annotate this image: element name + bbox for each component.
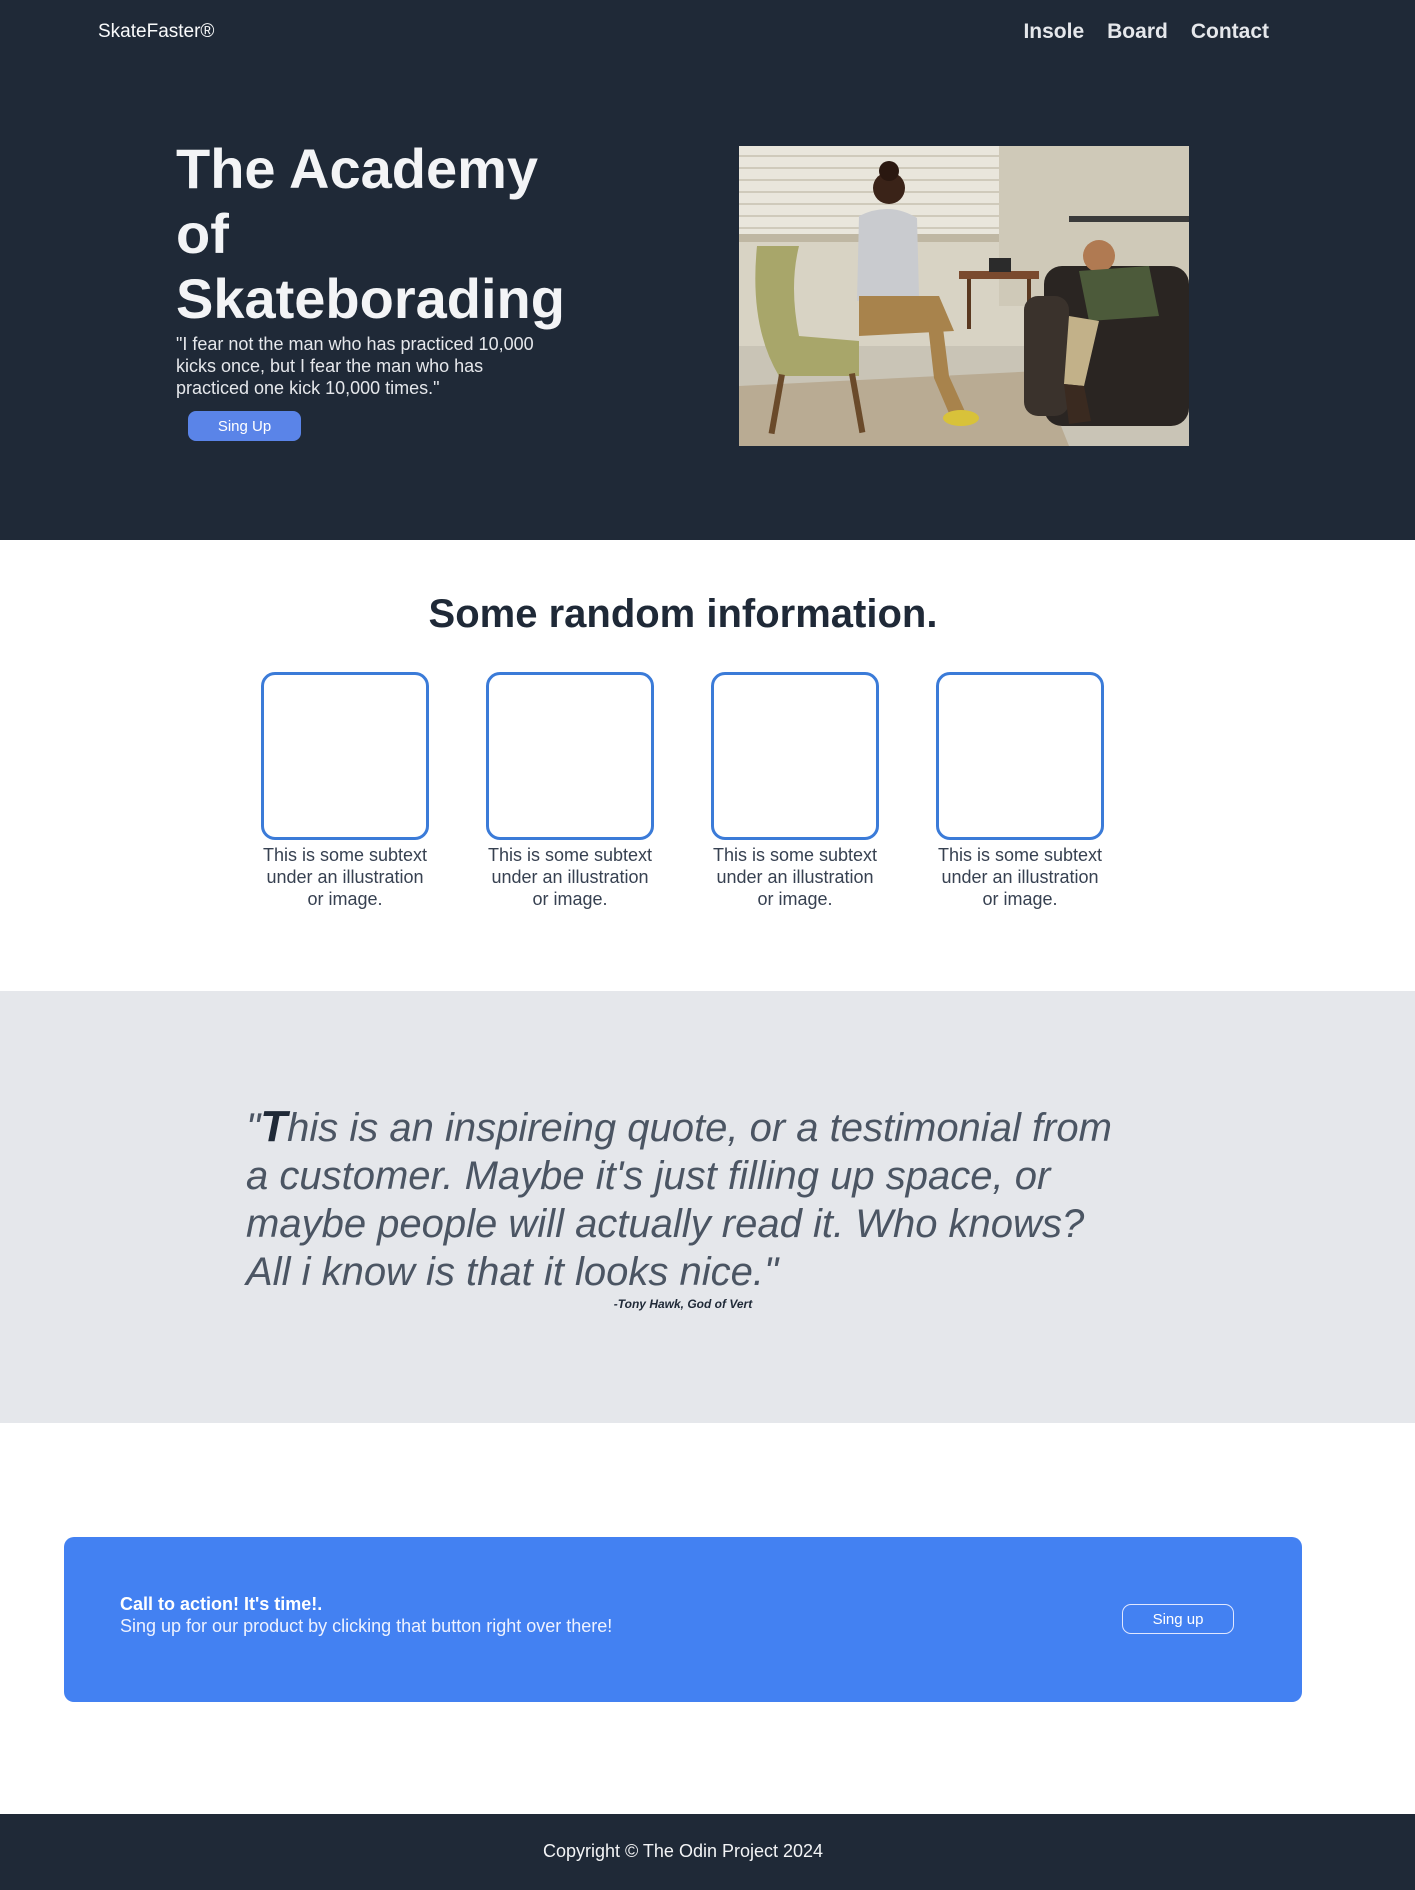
info-card: This is some subtext under an illustrati… (486, 672, 654, 910)
cta-subtitle: Sing up for our product by clicking that… (120, 1616, 613, 1636)
quote-body: his is an inspireing quote, or a testimo… (246, 1106, 1112, 1294)
hero-section: SkateFaster® Insole Board Contact The Ac… (0, 0, 1415, 540)
card-illustration-placeholder (711, 672, 879, 840)
card-subtext: This is some subtext under an illustrati… (712, 845, 878, 909)
nav-link-contact[interactable]: Contact (1191, 20, 1269, 44)
quote-dropcap: T (260, 1102, 288, 1151)
hero-quote: "I fear not the man who has practiced 10… (176, 334, 534, 398)
card-subtext: This is some subtext under an illustrati… (487, 845, 653, 909)
footer: Copyright © The Odin Project 2024 (0, 1814, 1415, 1890)
info-cards: This is some subtext under an illustrati… (261, 672, 1104, 910)
hero-image (739, 146, 1189, 446)
testimonial-author: -Tony Hawk, God of Vert (613, 1297, 753, 1311)
therapy-session-illustration (739, 146, 1189, 446)
card-illustration-placeholder (261, 672, 429, 840)
info-section-title: Some random information. (428, 592, 938, 636)
cta-signup-button[interactable]: Sing up (1122, 1604, 1234, 1634)
card-illustration-placeholder (936, 672, 1104, 840)
main-nav: Insole Board Contact (1023, 20, 1269, 44)
hero-title: The Academy of Skateborading (176, 137, 565, 330)
card-illustration-placeholder (486, 672, 654, 840)
card-subtext: This is some subtext under an illustrati… (937, 845, 1103, 909)
site-logo[interactable]: SkateFaster® (98, 21, 214, 43)
info-card: This is some subtext under an illustrati… (936, 672, 1104, 910)
quote-open-mark: " (246, 1106, 261, 1150)
hero-signup-button[interactable]: Sing Up (188, 411, 301, 441)
call-to-action-banner: Call to action! It's time!. Sing up for … (64, 1537, 1302, 1702)
card-subtext: This is some subtext under an illustrati… (262, 845, 428, 909)
testimonial-section: "This is an inspireing quote, or a testi… (0, 991, 1415, 1423)
nav-link-insole[interactable]: Insole (1023, 20, 1084, 44)
info-card: This is some subtext under an illustrati… (711, 672, 879, 910)
nav-link-board[interactable]: Board (1107, 20, 1168, 44)
cta-title: Call to action! It's time!. (120, 1594, 323, 1614)
footer-copyright: Copyright © The Odin Project 2024 (542, 1841, 824, 1861)
testimonial-quote: "This is an inspireing quote, or a testi… (246, 1103, 1126, 1296)
info-card: This is some subtext under an illustrati… (261, 672, 429, 910)
